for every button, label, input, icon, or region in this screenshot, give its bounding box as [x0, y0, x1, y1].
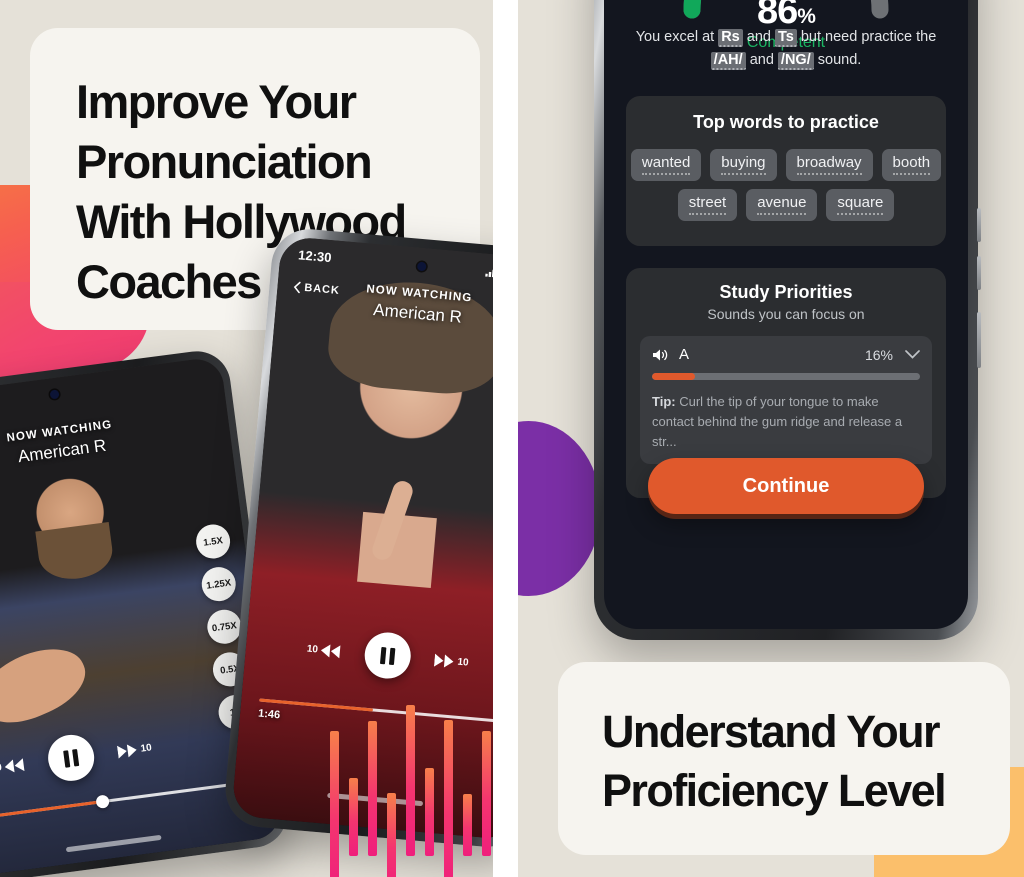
forward-10-label: 10 [456, 656, 470, 669]
rewind-10-label: 10 [0, 761, 3, 774]
sound-label: A [679, 346, 690, 363]
sound-priority-row[interactable]: A 16% Tip: Curl the tip of your tongue t… [640, 336, 932, 464]
phone-device-results: 86% Competent You excel at Rs and Ts but… [594, 0, 981, 640]
summary-mid-3: and [745, 52, 778, 68]
word-chip-wanted[interactable]: wanted [630, 149, 702, 181]
top-words-card: Top words to practice wanted buying broa… [626, 96, 946, 246]
word-chip-square[interactable]: square [826, 189, 895, 221]
chevron-down-icon[interactable] [905, 347, 920, 362]
left-promo-panel: Improve Your Pronunciation With Hollywoo… [0, 0, 493, 877]
sound-tip-text: Tip: Curl the tip of your tongue to make… [652, 392, 920, 452]
top-words-row-1: wanted buying broadway booth [630, 149, 942, 181]
study-priorities-subtitle: Sounds you can focus on [707, 306, 865, 322]
volume-down-button[interactable] [977, 256, 981, 290]
summary-strength-1: Rs [718, 29, 743, 47]
sound-progress-track [652, 373, 920, 380]
tip-label: Tip: [652, 394, 676, 409]
word-chip-label: street [688, 194, 727, 215]
app-store-promo-screenshot: Improve Your Pronunciation With Hollywoo… [0, 0, 1024, 877]
top-words-chip-rows: wanted buying broadway booth street aven… [630, 149, 942, 221]
speed-option-1-25x[interactable]: 1.25X [199, 565, 238, 604]
forward-icon [433, 653, 454, 667]
word-chip-street[interactable]: street [677, 189, 738, 221]
gauge-percent-symbol: % [797, 5, 816, 28]
pause-button[interactable] [45, 732, 97, 784]
rewind-icon [4, 757, 25, 772]
proficiency-summary-text: You excel at Rs and Ts but need practice… [626, 26, 946, 72]
word-chip-label: booth [892, 154, 931, 175]
word-chip-label: avenue [757, 194, 807, 215]
sound-progress-fill [652, 373, 695, 380]
speaker-icon[interactable] [652, 348, 669, 362]
phone-front-screen: 12:30 BACK NOW WATCHING American R 10 10… [231, 235, 493, 841]
pause-icon [380, 646, 396, 665]
rewind-10-button[interactable]: 10 [306, 642, 341, 658]
right-promo-panel: 86% Competent You excel at Rs and Ts but… [518, 0, 1024, 877]
summary-weakness-1: /AH/ [710, 52, 746, 70]
word-chip-label: wanted [641, 154, 691, 175]
summary-suffix: sound. [813, 52, 862, 68]
power-button[interactable] [977, 312, 981, 368]
forward-10-button[interactable]: 10 [116, 741, 153, 759]
signal-icon [485, 269, 493, 277]
status-icon-group [485, 265, 493, 281]
word-chip-broadway[interactable]: broadway [785, 149, 873, 181]
word-chip-booth[interactable]: booth [881, 149, 942, 181]
time-elapsed: 1:46 [257, 707, 281, 722]
forward-10-button[interactable]: 10 [433, 653, 470, 669]
word-chip-label: broadway [796, 154, 862, 175]
decor-purple-circle [518, 421, 601, 596]
volume-up-button[interactable] [977, 208, 981, 242]
pause-icon [63, 748, 80, 768]
summary-strength-2: Ts [774, 29, 797, 47]
panel-gutter [493, 0, 518, 877]
word-chip-buying[interactable]: buying [710, 149, 777, 181]
sound-percent-label: 16% [864, 346, 893, 363]
status-time: 12:30 [297, 246, 333, 265]
summary-mid-1: and [742, 29, 775, 45]
coach-man-hand [0, 634, 96, 736]
pause-button[interactable] [362, 630, 413, 681]
tip-body: Curl the tip of your tongue to make cont… [652, 394, 903, 449]
summary-weakness-2: /NG/ [777, 52, 814, 70]
sound-priority-header: A 16% [652, 346, 920, 363]
rewind-10-button[interactable]: 10 [0, 757, 25, 775]
word-chip-avenue[interactable]: avenue [746, 189, 818, 221]
right-headline-card: Understand Your Proficiency Level [558, 662, 1010, 855]
summary-mid-2: but need practice the [796, 29, 937, 45]
continue-button[interactable]: Continue [648, 458, 924, 514]
word-chip-label: square [837, 194, 884, 215]
right-headline-text: Understand Your Proficiency Level [602, 706, 947, 816]
word-chip-label: buying [721, 154, 766, 175]
scrub-knob[interactable] [95, 794, 110, 809]
forward-icon [116, 743, 137, 759]
rewind-icon [320, 644, 341, 658]
summary-prefix: You excel at [635, 29, 719, 45]
study-priorities-title: Study Priorities [719, 282, 853, 302]
coach-man-beard [35, 521, 116, 584]
top-words-title: Top words to practice [693, 112, 879, 132]
forward-10-label: 10 [139, 741, 153, 755]
top-words-row-2: street avenue square [640, 189, 932, 221]
rewind-10-label: 10 [306, 643, 319, 655]
results-screen: 86% Competent You excel at Rs and Ts but… [604, 0, 968, 629]
speed-option-1-5x[interactable]: 1.5X [194, 522, 233, 561]
